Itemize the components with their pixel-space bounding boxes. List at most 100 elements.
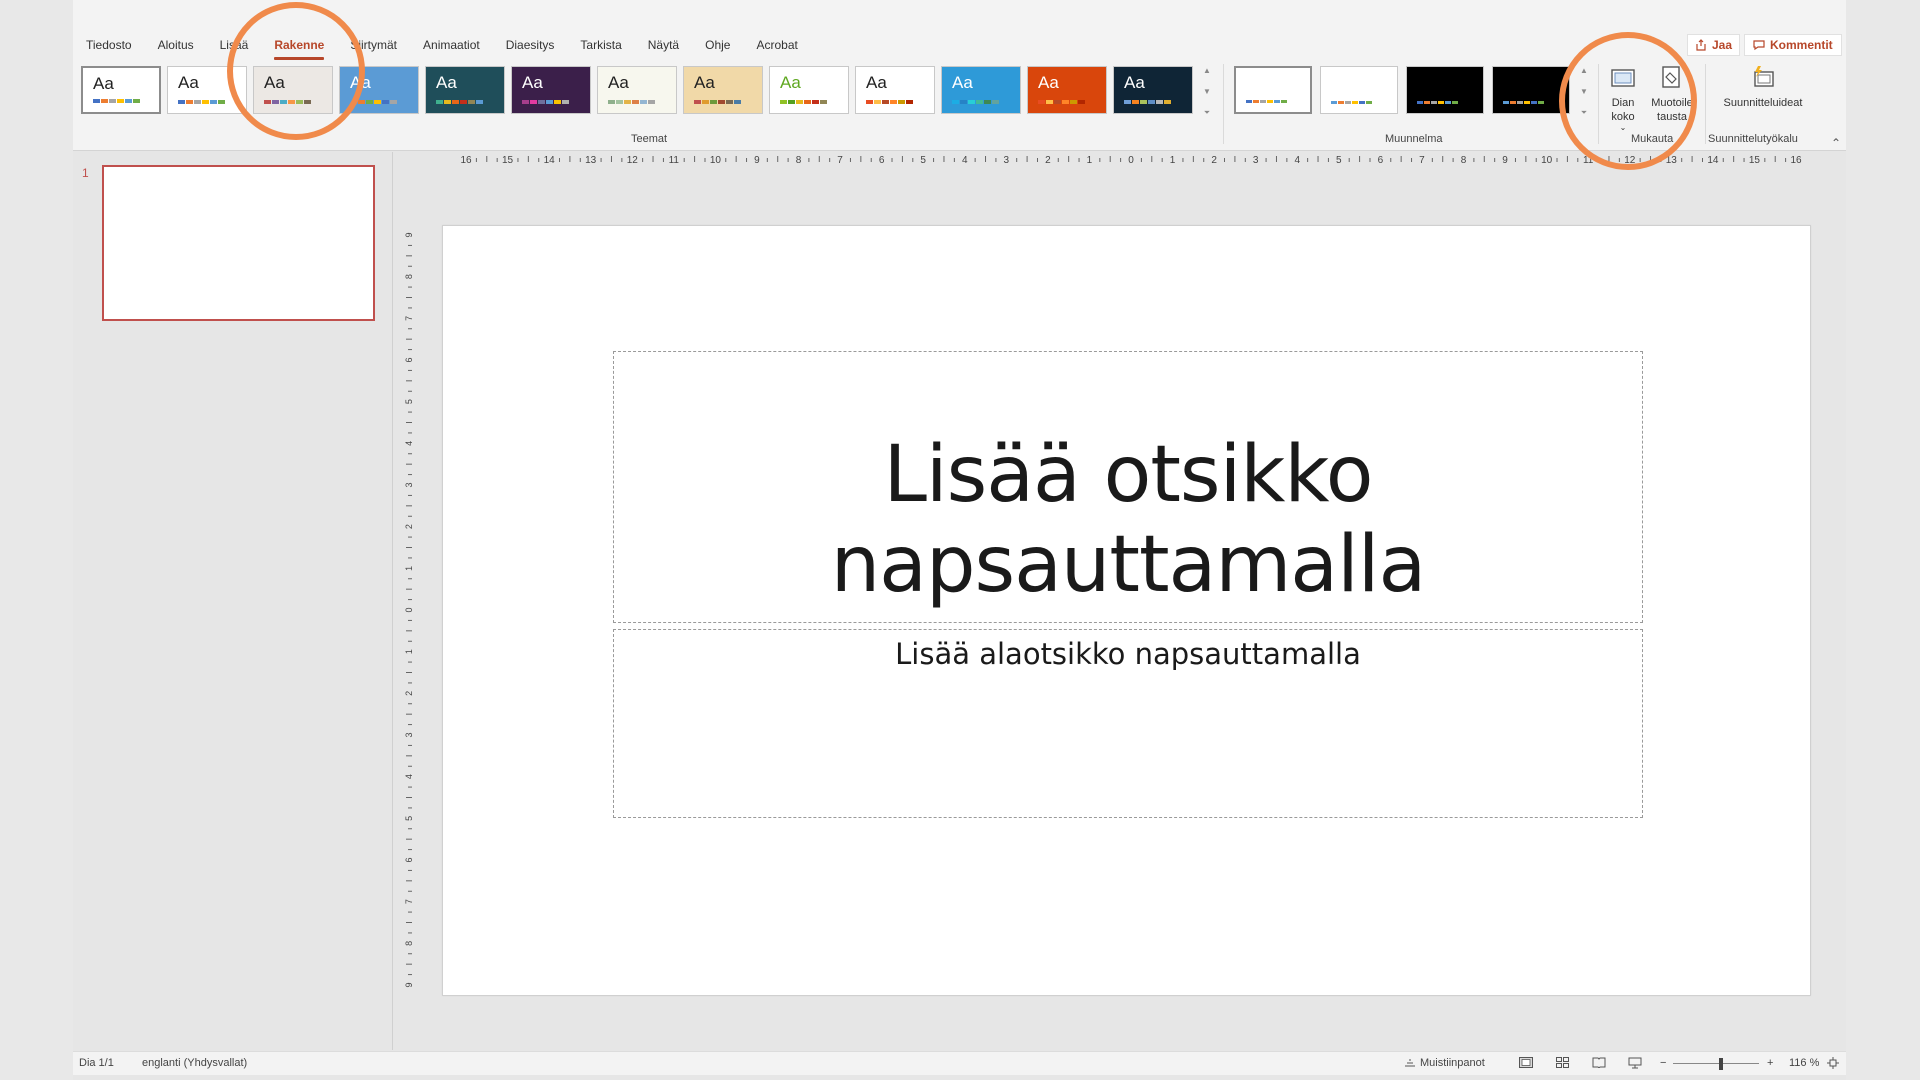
ruler-label: 8 xyxy=(1461,155,1467,166)
tab-4[interactable]: Siirtymät xyxy=(337,35,410,57)
themes-gallery-scroll[interactable]: ▲ ▼ ⏷ xyxy=(1200,66,1214,118)
theme-color-bars xyxy=(1038,100,1085,104)
more-icon[interactable]: ⏷ xyxy=(1581,108,1587,118)
notes-button[interactable]: Muistiinpanot xyxy=(1404,1057,1485,1069)
theme-color-bars xyxy=(350,100,397,104)
variant-thumbnail[interactable] xyxy=(1320,66,1398,114)
zoom-slider[interactable] xyxy=(1673,1063,1759,1064)
ruler-label: 14 xyxy=(1707,155,1719,166)
theme-thumbnail[interactable]: Aa xyxy=(597,66,677,114)
ruler-label: 12 xyxy=(627,155,639,166)
tab-1[interactable]: Aloitus xyxy=(145,35,207,57)
theme-thumbnail[interactable]: Aa xyxy=(1027,66,1107,114)
theme-color-bars xyxy=(522,100,569,104)
theme-thumbnail[interactable]: Aa xyxy=(511,66,591,114)
designer-group-label: Suunnittelutyökalu xyxy=(1708,133,1798,145)
ruler-label: 2 xyxy=(1211,155,1217,166)
ruler-label: 3 xyxy=(1253,155,1259,166)
theme-sample-text: Aa xyxy=(178,73,199,92)
vertical-ruler: 9 8 7 6 5 4 3 2 1 0 1 2 3 4 5 6 7 8 9 xyxy=(404,232,414,987)
theme-thumbnail[interactable]: Aa xyxy=(941,66,1021,114)
tab-6[interactable]: Diaesitys xyxy=(493,35,568,57)
slide-size-button[interactable]: Dian koko ⌄ xyxy=(1603,64,1643,132)
ribbon-tabs: Tiedosto Aloitus Lisää Rakenne Siirtymät Anim… xyxy=(73,35,811,60)
variant-thumbnail[interactable] xyxy=(1234,66,1312,114)
theme-sample-text: Aa xyxy=(522,73,543,92)
theme-thumbnail[interactable]: Aa xyxy=(683,66,763,114)
themes-gallery: Aa Aa Aa Aa Aa Aa Aa Aa Aa Aa Aa Aa Aa xyxy=(81,66,1193,114)
tab-7[interactable]: Tarkista xyxy=(567,35,634,57)
comment-icon xyxy=(1753,40,1765,51)
chevron-down-icon: ⌄ xyxy=(1619,123,1627,132)
zoom-out-button[interactable]: − xyxy=(1660,1057,1666,1069)
ruler-label: 14 xyxy=(544,155,556,166)
variants-gallery-scroll[interactable]: ▲ ▼ ⏷ xyxy=(1577,66,1591,118)
fit-to-window-icon[interactable] xyxy=(1827,1057,1839,1072)
subtitle-text: Lisää alaotsikko napsauttamalla xyxy=(895,637,1361,671)
theme-sample-text: Aa xyxy=(952,73,973,92)
theme-thumbnail[interactable]: Aa xyxy=(769,66,849,114)
design-ideas-button[interactable]: Suunnitteluideat xyxy=(1713,64,1813,110)
reading-view-icon[interactable] xyxy=(1592,1057,1606,1071)
scroll-up-icon[interactable]: ▲ xyxy=(1580,66,1588,76)
theme-thumbnail[interactable]: Aa xyxy=(339,66,419,114)
ruler-label: 7 xyxy=(404,899,414,904)
slide-thumbnail[interactable] xyxy=(102,165,375,321)
title-placeholder[interactable]: Lisää otsikko napsauttamalla xyxy=(613,351,1643,623)
ruler-label: 1 xyxy=(1170,155,1176,166)
scroll-down-icon[interactable]: ▼ xyxy=(1580,87,1588,97)
ruler-label: 6 xyxy=(404,857,414,862)
language-indicator[interactable]: englanti (Yhdysvallat) xyxy=(142,1057,247,1069)
variant-thumbnail[interactable] xyxy=(1406,66,1484,114)
subtitle-placeholder[interactable]: Lisää alaotsikko napsauttamalla xyxy=(613,629,1643,818)
zoom-level[interactable]: 116 % xyxy=(1789,1057,1819,1069)
format-background-button[interactable]: Muotoile tausta xyxy=(1651,64,1693,124)
scroll-down-icon[interactable]: ▼ xyxy=(1203,87,1211,97)
ruler-label: 9 xyxy=(404,232,414,237)
tab-9[interactable]: Ohje xyxy=(692,35,743,57)
more-icon[interactable]: ⏷ xyxy=(1204,108,1210,118)
share-button[interactable]: Jaa xyxy=(1687,34,1741,56)
theme-thumbnail[interactable]: Aa xyxy=(81,66,161,114)
theme-thumbnail[interactable]: Aa xyxy=(855,66,935,114)
ruler-label: 7 xyxy=(1419,155,1425,166)
customize-group-label: Mukauta xyxy=(1631,133,1674,145)
ruler-label: 9 xyxy=(404,982,414,987)
zoom-in-button[interactable]: + xyxy=(1767,1057,1773,1069)
theme-thumbnail[interactable]: Aa xyxy=(425,66,505,114)
theme-sample-text: Aa xyxy=(1038,73,1059,92)
slide-sorter-icon[interactable] xyxy=(1556,1057,1570,1071)
slide-thumbnails-pane: 1 xyxy=(73,152,393,1050)
zoom-slider-thumb[interactable] xyxy=(1719,1058,1723,1070)
slide-size-label: Dian koko xyxy=(1611,97,1635,123)
tab-10[interactable]: Acrobat xyxy=(743,35,810,57)
status-bar: Dia 1/1 englanti (Yhdysvallat) Muistiinp… xyxy=(73,1051,1846,1075)
tab-3[interactable]: Rakenne xyxy=(261,35,337,60)
slide-canvas[interactable]: Lisää otsikko napsauttamalla Lisää alaot… xyxy=(442,225,1811,996)
theme-thumbnail[interactable]: Aa xyxy=(167,66,247,114)
slide-counter: Dia 1/1 xyxy=(79,1057,114,1069)
title-text: Lisää otsikko napsauttamalla xyxy=(830,430,1427,610)
theme-color-bars xyxy=(608,100,655,104)
ruler-label: 5 xyxy=(404,399,414,404)
collapse-ribbon-icon[interactable]: ⌃ xyxy=(1831,136,1841,150)
theme-thumbnail[interactable]: Aa xyxy=(253,66,333,114)
tab-8[interactable]: Näytä xyxy=(635,35,692,57)
notes-label: Muistiinpanot xyxy=(1420,1057,1485,1069)
ruler-label: 16 xyxy=(460,155,472,166)
tab-0[interactable]: Tiedosto xyxy=(73,35,145,57)
normal-view-icon[interactable] xyxy=(1519,1057,1533,1071)
ruler-label: 0 xyxy=(1128,155,1134,166)
slideshow-icon[interactable] xyxy=(1628,1057,1642,1072)
scroll-up-icon[interactable]: ▲ xyxy=(1203,66,1211,76)
comments-button[interactable]: Kommentit xyxy=(1744,34,1842,56)
theme-thumbnail[interactable]: Aa xyxy=(1113,66,1193,114)
theme-color-bars xyxy=(780,100,827,104)
ruler-label: 3 xyxy=(1004,155,1010,166)
variant-thumbnail[interactable] xyxy=(1492,66,1570,114)
ruler-label: 8 xyxy=(404,274,414,279)
ruler-label: 6 xyxy=(404,357,414,362)
tab-2[interactable]: Lisää xyxy=(207,35,262,57)
variant-color-bars xyxy=(1417,101,1458,104)
tab-5[interactable]: Animaatiot xyxy=(410,35,493,57)
